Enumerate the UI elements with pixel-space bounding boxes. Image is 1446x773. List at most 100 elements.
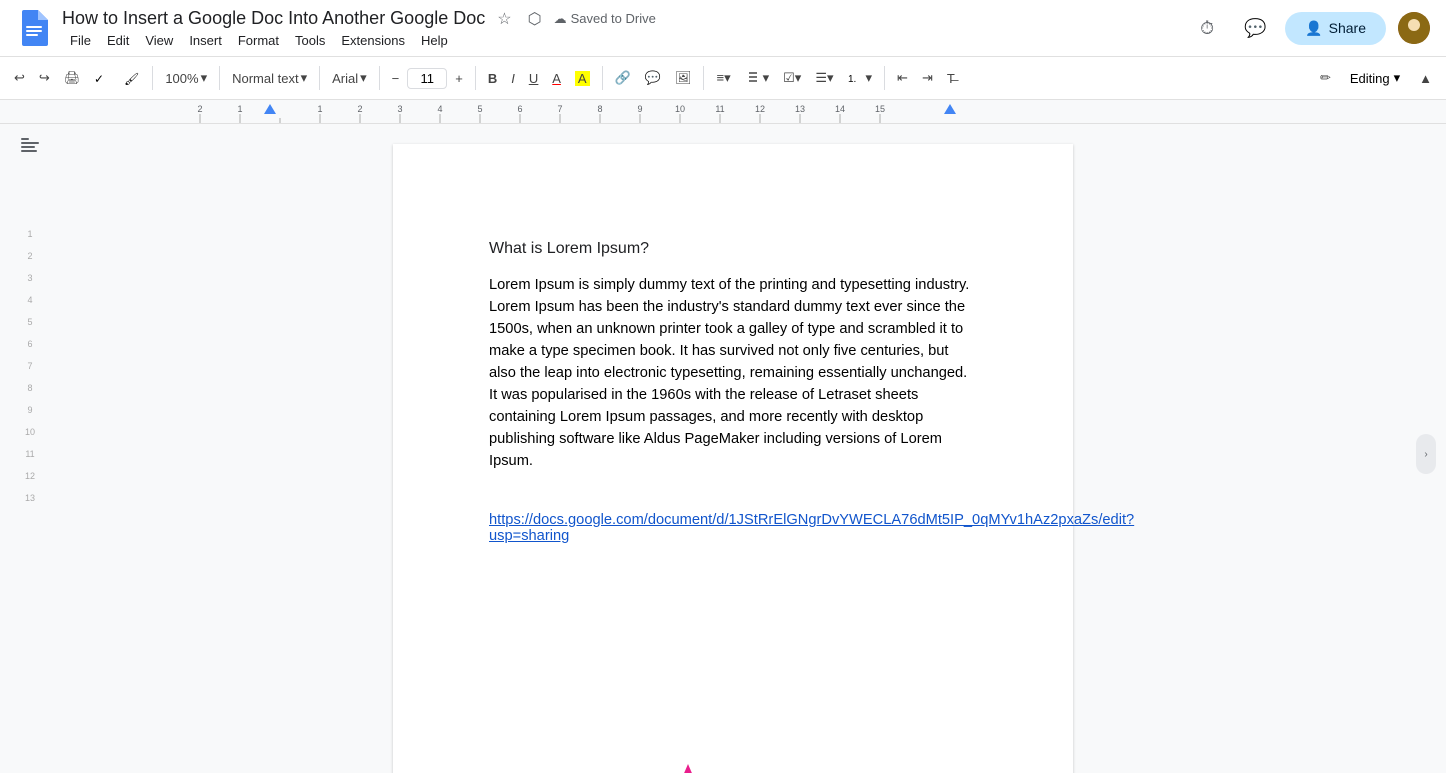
- increase-font-button[interactable]: +: [449, 67, 469, 90]
- svg-text:2: 2: [197, 104, 202, 114]
- text-style-value: Normal text: [232, 71, 298, 86]
- annotation-svg: [393, 724, 1073, 773]
- share-icon: 👤: [1305, 20, 1322, 37]
- annotation-area: Press Ctrl + V to paste the link and the…: [393, 724, 1073, 773]
- svg-text:✓: ✓: [94, 72, 104, 86]
- editing-mode-dropdown-icon: ▾: [1394, 70, 1401, 86]
- font-size-input[interactable]: 11: [407, 68, 447, 89]
- menu-help[interactable]: Help: [413, 31, 456, 50]
- svg-text:9: 9: [637, 104, 642, 114]
- menu-view[interactable]: View: [137, 31, 181, 50]
- undo-button[interactable]: ↩: [8, 66, 31, 90]
- font-color-button[interactable]: A: [546, 67, 567, 90]
- image-button[interactable]: 🖼: [669, 66, 698, 90]
- right-sidebar: ›: [1406, 124, 1446, 773]
- menu-format[interactable]: Format: [230, 31, 287, 50]
- clear-formatting-button[interactable]: T̶: [941, 67, 961, 90]
- svg-text:1.: 1.: [848, 74, 856, 85]
- menu-edit[interactable]: Edit: [99, 31, 137, 50]
- text-style-selector[interactable]: Normal text ▾: [226, 66, 313, 90]
- comments-button[interactable]: 💬: [1237, 10, 1273, 46]
- font-dropdown-icon: ▾: [360, 70, 367, 86]
- svg-text:1: 1: [237, 104, 242, 114]
- editing-mode-button[interactable]: Editing ▾: [1341, 65, 1409, 91]
- zoom-value: 100%: [165, 71, 198, 86]
- font-value: Arial: [332, 71, 358, 86]
- divider-1: [152, 66, 153, 90]
- svg-text:14: 14: [835, 104, 845, 114]
- share-button[interactable]: 👤 Share: [1285, 12, 1386, 45]
- svg-text:4: 4: [437, 104, 442, 114]
- divider-8: [884, 66, 885, 90]
- svg-text:1: 1: [317, 104, 322, 114]
- font-selector[interactable]: Arial ▾: [326, 66, 373, 90]
- bold-button[interactable]: B: [482, 67, 503, 90]
- header-right: ⏱ 💬 👤 Share: [1189, 10, 1430, 46]
- line-spacing-button[interactable]: ▾: [739, 66, 776, 90]
- divider-5: [475, 66, 476, 90]
- collapse-toolbar-button[interactable]: ▲: [1413, 67, 1438, 90]
- svg-text:🖌: 🖌: [124, 72, 139, 86]
- svg-text:11: 11: [715, 104, 724, 114]
- toolbar-right: ✏ Editing ▾ ▲: [1314, 65, 1438, 91]
- comment-button[interactable]: 💬: [639, 66, 667, 90]
- doc-body: Lorem Ipsum is simply dummy text of the …: [489, 274, 977, 472]
- star-button[interactable]: ☆: [493, 7, 515, 31]
- saved-indicator: ☁ Saved to Drive: [554, 11, 656, 27]
- toolbar: ↩ ↪ 🖨 ✓ 🖌 100% ▾ Normal text ▾ Arial ▾ −…: [0, 56, 1446, 100]
- italic-button[interactable]: I: [505, 67, 521, 90]
- text-style-dropdown-icon: ▾: [301, 70, 308, 86]
- doc-link[interactable]: https://docs.google.com/document/d/1JStR…: [489, 512, 977, 544]
- history-button[interactable]: ⏱: [1189, 10, 1225, 46]
- drive-button[interactable]: ⬡: [524, 7, 546, 31]
- vertical-ruler: 12345 678910 111213: [25, 229, 35, 503]
- menu-insert[interactable]: Insert: [181, 31, 230, 50]
- avatar[interactable]: [1398, 12, 1430, 44]
- redo-button[interactable]: ↪: [33, 66, 56, 90]
- link-button[interactable]: 🔗: [609, 66, 637, 90]
- svg-text:2: 2: [357, 104, 362, 114]
- checklist-button[interactable]: ☑▾: [777, 66, 807, 90]
- print-button[interactable]: 🖨: [58, 66, 87, 90]
- zoom-selector[interactable]: 100% ▾: [159, 66, 213, 90]
- saved-text: Saved to Drive: [571, 11, 656, 26]
- doc-area[interactable]: What is Lorem Ipsum? Lorem Ipsum is simp…: [60, 124, 1406, 773]
- doc-title-row: How to Insert a Google Doc Into Another …: [62, 7, 1179, 31]
- svg-text:10: 10: [675, 104, 685, 114]
- menu-tools[interactable]: Tools: [287, 31, 333, 50]
- menu-file[interactable]: File: [62, 31, 99, 50]
- highlight-button[interactable]: A: [569, 67, 596, 90]
- left-sidebar: 12345 678910 111213: [0, 124, 60, 773]
- divider-7: [703, 66, 704, 90]
- title-area: How to Insert a Google Doc Into Another …: [62, 7, 1179, 50]
- bullet-list-button[interactable]: ☰▾: [809, 66, 839, 90]
- svg-text:6: 6: [517, 104, 522, 114]
- doc-title-text[interactable]: How to Insert a Google Doc Into Another …: [62, 8, 485, 29]
- decrease-indent-button[interactable]: ⇤: [891, 66, 914, 90]
- outline-icon[interactable]: [19, 134, 41, 161]
- editing-mode-label: Editing: [1350, 71, 1390, 86]
- title-icons: ☆ ⬡ ☁ Saved to Drive: [493, 7, 656, 31]
- svg-text:15: 15: [875, 104, 885, 114]
- decrease-font-button[interactable]: −: [386, 67, 406, 90]
- doc-heading: What is Lorem Ipsum?: [489, 240, 977, 258]
- share-label: Share: [1329, 20, 1366, 36]
- menu-extensions[interactable]: Extensions: [333, 31, 413, 50]
- svg-text:3: 3: [397, 104, 402, 114]
- spellcheck-button[interactable]: ✓: [88, 66, 116, 90]
- underline-button[interactable]: U: [523, 67, 544, 90]
- numbered-list-button[interactable]: 1.▾: [842, 66, 879, 90]
- divider-3: [319, 66, 320, 90]
- doc-page: What is Lorem Ipsum? Lorem Ipsum is simp…: [393, 144, 1073, 773]
- ruler: 2 1 1 2 3 4 5 6 7 8 9 10 11 12 13 14 15: [0, 100, 1446, 124]
- increase-indent-button[interactable]: ⇥: [916, 66, 939, 90]
- menu-bar: File Edit View Insert Format Tools Exten…: [62, 31, 1179, 50]
- expand-panel-button[interactable]: ›: [1416, 434, 1436, 474]
- zoom-dropdown-icon: ▾: [201, 70, 208, 86]
- divider-2: [219, 66, 220, 90]
- paint-format-button[interactable]: 🖌: [118, 66, 146, 90]
- align-button[interactable]: ≡▾: [710, 66, 736, 90]
- title-bar: How to Insert a Google Doc Into Another …: [0, 0, 1446, 56]
- svg-text:12: 12: [755, 104, 765, 114]
- main-area: 12345 678910 111213 What is Lorem Ipsum?…: [0, 124, 1446, 773]
